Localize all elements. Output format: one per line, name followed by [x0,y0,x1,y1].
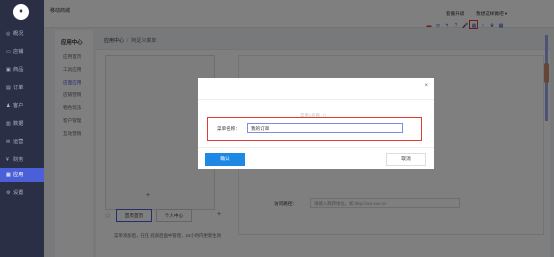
sidebar-item-label: 订单 [13,85,24,91]
confirm-button[interactable]: 确认 [205,153,245,166]
sidebar-item-operations[interactable]: ✉ 运营 [0,135,44,149]
orders-icon: ▤ [6,85,11,91]
sidebar-item-label: 客户 [13,103,24,109]
sidebar-item-label: 运营 [13,139,24,145]
chart-icon: ▥ [6,121,11,127]
sidebar-item-orders[interactable]: ▤ 订单 [0,81,44,95]
menu-name-label: 菜单名称： [217,126,240,131]
sidebar-item-label: 店铺 [13,49,24,55]
customer-icon: ♟ [6,103,11,109]
sidebar-item-store[interactable]: ▭ 店铺 [0,45,44,59]
sidebar-item-label: 商品 [13,67,24,73]
goods-icon: ▣ [6,67,11,73]
overview-icon: ◎ [6,31,11,37]
sidebar-item-settings[interactable]: ⚙ 设置 [0,186,44,200]
sidebar-item-label: 数据 [13,121,24,127]
sidebar-item-label: 应用 [13,172,24,178]
sidebar: ♦ ◎ 概况 ▭ 店铺 ▣ 商品 ▤ 订单 ♟ 客户 ▥ 数据 ✉ 运营 ¥ 财务 ▦ 应用 ⚙ 设… [0,0,44,257]
gear-icon: ⚙ [6,190,11,196]
sidebar-item-label: 财务 [13,157,24,163]
sidebar-item-apps[interactable]: ▦ 应用 [0,168,44,182]
store-icon: ▭ [6,49,11,55]
cancel-button[interactable]: 取消 [386,153,426,166]
sidebar-item-data[interactable]: ▥ 数据 [0,117,44,131]
yuan-icon: ¥ [6,157,9,163]
sidebar-item-finance[interactable]: ¥ 财务 [0,153,44,167]
dialog-footer: 确认 取消 [198,147,434,169]
sidebar-item-goods[interactable]: ▣ 商品 [0,63,44,77]
close-icon[interactable]: × [424,83,428,89]
sidebar-item-overview[interactable]: ◎ 概况 [0,27,44,41]
menu-name-input[interactable]: 我的订单 [247,123,403,133]
menu-name-dialog: × 菜单1名称（） 菜单名称： 我的订单 确认 取消 [198,78,434,169]
sidebar-item-label: 概况 [13,31,24,37]
apps-icon: ▦ [6,172,11,178]
divider [198,99,434,100]
logo: ♦ [13,4,29,20]
sidebar-item-label: 设置 [13,190,24,196]
mail-icon: ✉ [6,139,11,145]
sidebar-item-customers[interactable]: ♟ 客户 [0,99,44,113]
